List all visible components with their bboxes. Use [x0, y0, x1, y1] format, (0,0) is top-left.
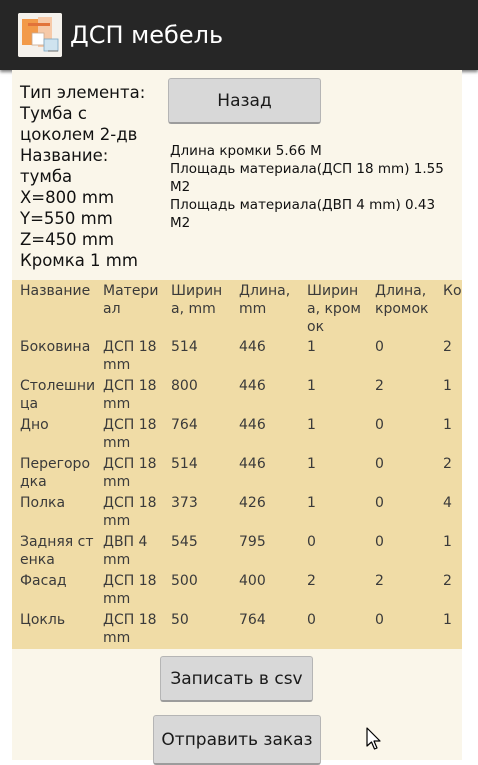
- table-cell: ДСП 18 mm: [103, 573, 157, 607]
- table-cell: ДСП 18 mm: [103, 612, 157, 646]
- element-info: Тип элемента: Тумба с цоколем 2-дв Назва…: [20, 82, 170, 271]
- column-header: Кол: [443, 283, 462, 299]
- table-cell: 795: [239, 534, 266, 550]
- area-dvp: Площадь материала(ДВП 4 mm) 0.43 M2: [170, 197, 436, 231]
- table-cell: 2: [443, 456, 452, 472]
- send-order-button[interactable]: Отправить заказ: [153, 715, 321, 765]
- table-cell: Боковина: [20, 339, 91, 355]
- table-cell: Дно: [20, 417, 49, 433]
- table-cell: 0: [375, 417, 384, 433]
- content-area: Тип элемента: Тумба с цоколем 2-дв Назва…: [12, 70, 462, 765]
- table-cell: 1: [443, 417, 452, 433]
- column-header: Ширина, mm: [171, 283, 223, 317]
- column-header: Ширина, кромок: [307, 283, 361, 335]
- table-cell: 2: [375, 573, 384, 589]
- area-dsp: Площадь материала(ДСП 18 mm) 1.55 M2: [170, 161, 444, 195]
- column-header: Название: [20, 283, 91, 299]
- dimension-y: Y=550 mm: [20, 209, 113, 228]
- save-csv-button[interactable]: Записать в csv: [160, 656, 313, 702]
- table-cell: 373: [171, 495, 198, 511]
- table-cell: 0: [375, 339, 384, 355]
- column-header: Длина, mm: [239, 283, 291, 317]
- table-cell: 0: [375, 456, 384, 472]
- table-cell: ДСП 18 mm: [103, 378, 157, 412]
- table-cell: 800: [171, 378, 198, 394]
- table-cell: ДСП 18 mm: [103, 495, 157, 529]
- table-cell: 446: [239, 339, 266, 355]
- table-cell: 400: [239, 573, 266, 589]
- table-cell: 0: [375, 612, 384, 628]
- table-cell: 514: [171, 456, 198, 472]
- table-cell: Перегородка: [20, 456, 91, 490]
- edge-thickness: Кромка 1 mm: [20, 251, 138, 270]
- table-cell: ДСП 18 mm: [103, 456, 157, 490]
- table-cell: 446: [239, 417, 266, 433]
- table-cell: 1: [307, 495, 316, 511]
- dimension-z: Z=450 mm: [20, 230, 115, 249]
- table-cell: 764: [171, 417, 198, 433]
- table-cell: 1: [307, 378, 316, 394]
- table-cell: 500: [171, 573, 198, 589]
- app-title: ДСП мебель: [70, 21, 224, 49]
- table-cell: Задняя стенка: [20, 534, 94, 568]
- table-cell: 2: [443, 573, 452, 589]
- back-button[interactable]: Назад: [168, 78, 321, 124]
- table-cell: Полка: [20, 495, 66, 511]
- table-cell: 446: [239, 378, 266, 394]
- element-name: Название: тумба: [20, 146, 109, 186]
- table-cell: 514: [171, 339, 198, 355]
- column-header: Материал: [103, 283, 159, 317]
- table-cell: 1: [307, 339, 316, 355]
- table-cell: 426: [239, 495, 266, 511]
- parts-table[interactable]: Название Материал Ширина, mm Длина, mm Ширин…: [12, 280, 462, 649]
- table-cell: 2: [443, 339, 452, 355]
- table-cell: 1: [307, 456, 316, 472]
- table-cell: 545: [171, 534, 198, 550]
- table-cell: ДВП 4 mm: [103, 534, 148, 568]
- element-type: Тип элемента: Тумба с цоколем 2-дв: [20, 83, 146, 144]
- column-header: Длина, кромок: [375, 283, 429, 317]
- edge-length: Длина кромки 5.66 M: [170, 143, 322, 159]
- mouse-pointer-icon: [366, 727, 381, 750]
- table-cell: ДСП 18 mm: [103, 417, 157, 451]
- table-cell: Столешница: [20, 378, 96, 412]
- table-cell: 1: [443, 378, 452, 394]
- table-cell: 764: [239, 612, 266, 628]
- dimension-x: X=800 mm: [20, 188, 115, 207]
- table-cell: 0: [307, 612, 316, 628]
- action-bar: ДСП мебель: [0, 0, 478, 70]
- table-cell: ДСП 18 mm: [103, 339, 157, 373]
- table-cell: 2: [307, 573, 316, 589]
- table-cell: 0: [375, 534, 384, 550]
- table-cell: 2: [375, 378, 384, 394]
- table-cell: 0: [307, 534, 316, 550]
- table-cell: 446: [239, 456, 266, 472]
- furniture-app-icon[interactable]: [18, 13, 62, 57]
- table-cell: 50: [171, 612, 189, 628]
- table-cell: 1: [443, 612, 452, 628]
- table-cell: 4: [443, 495, 452, 511]
- material-summary: Длина кромки 5.66 M Площадь материала(ДС…: [170, 142, 455, 232]
- table-cell: Фасад: [20, 573, 67, 589]
- table-cell: Цокль: [20, 612, 66, 628]
- table-cell: 0: [375, 495, 384, 511]
- table-cell: 1: [443, 534, 452, 550]
- table-cell: 1: [307, 417, 316, 433]
